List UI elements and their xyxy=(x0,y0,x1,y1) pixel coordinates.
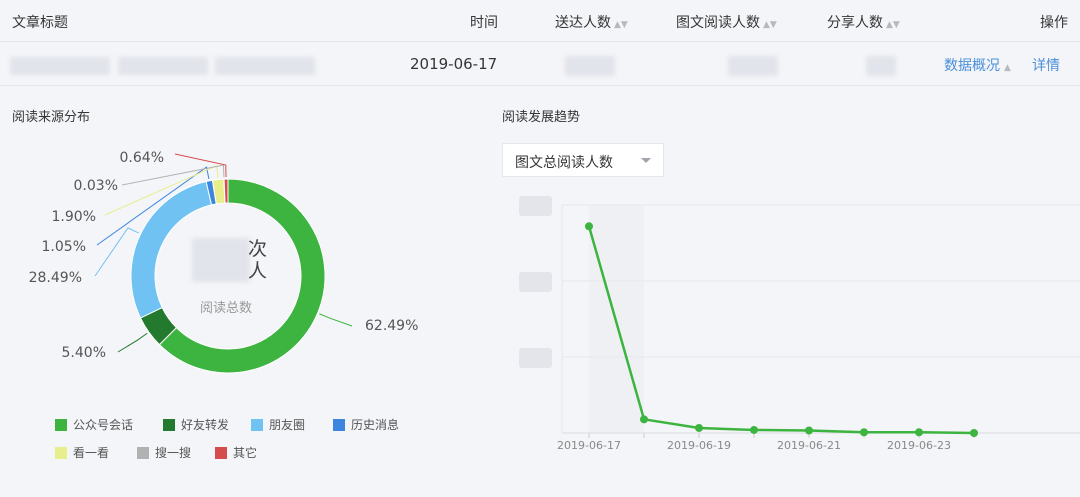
header-shares-label: 分享人数 xyxy=(827,15,883,31)
legend-item[interactable]: 好友转发 xyxy=(163,416,229,433)
data-point xyxy=(750,425,758,434)
blurred-title xyxy=(118,57,208,75)
header-time: 时间 xyxy=(470,15,498,31)
header-actions: 操作 xyxy=(1040,15,1068,31)
table-header: 文章标题 时间 送达人数 ▲▼ 图文阅读人数 ▲▼ 分享人数 ▲▼ 操作 xyxy=(0,0,1080,42)
overview-link-label: 数据概况 xyxy=(944,58,1000,74)
overview-link[interactable]: 数据概况 ▲ xyxy=(944,55,1011,75)
data-point xyxy=(695,423,703,432)
legend-swatch xyxy=(251,419,263,431)
center-label: 阅读总数 xyxy=(200,301,253,316)
legend-label: 搜一搜 xyxy=(155,446,192,460)
header-shares[interactable]: 分享人数 ▲▼ xyxy=(827,12,900,32)
header-reads-label: 图文阅读人数 xyxy=(676,15,760,31)
data-point xyxy=(970,429,978,437)
header-delivered-label: 送达人数 xyxy=(555,15,611,31)
read-trend-title: 阅读发展趋势 xyxy=(502,110,581,125)
pie-data-label: 62.49% xyxy=(365,318,418,334)
center-unit-2: 人 xyxy=(248,260,268,282)
detail-link[interactable]: 详情 xyxy=(1032,55,1060,75)
legend-label: 朋友圈 xyxy=(269,418,306,432)
pie-data-label: 0.64% xyxy=(120,150,164,166)
sort-icon: ▲▼ xyxy=(886,20,900,30)
pie-leader-line xyxy=(319,313,353,327)
legend-label: 历史消息 xyxy=(351,418,400,432)
sort-icon: ▲▼ xyxy=(614,20,628,30)
data-point xyxy=(860,428,868,437)
header-reads[interactable]: 图文阅读人数 ▲▼ xyxy=(676,12,777,32)
blurred-y-tick xyxy=(519,196,552,216)
chevron-down-icon xyxy=(641,158,651,163)
legend-label: 其它 xyxy=(233,446,258,460)
legend-label: 看一看 xyxy=(73,446,110,460)
x-tick-label: 2019-06-21 xyxy=(777,439,841,452)
line-chart: 2019-06-17 2019-06-19 2019-06-21 2019-06-23 xyxy=(519,196,1080,452)
pie-slice-6 xyxy=(223,178,229,204)
x-tick-label: 2019-06-17 xyxy=(557,439,621,452)
legend-swatch xyxy=(55,447,67,459)
legend-item[interactable]: 其它 xyxy=(215,444,257,461)
pie-leader-line xyxy=(117,332,148,353)
center-unit-1: 次 xyxy=(248,238,268,260)
legend-swatch xyxy=(333,419,345,431)
legend-item[interactable]: 搜一搜 xyxy=(137,444,191,461)
legend-item[interactable]: 公众号会话 xyxy=(55,416,133,433)
legend-swatch xyxy=(55,419,67,431)
legend-label: 公众号会话 xyxy=(73,418,134,432)
blurred-title xyxy=(10,57,110,75)
pie-data-label: 5.40% xyxy=(62,345,106,361)
blurred-y-tick xyxy=(519,272,552,292)
sort-icon: ▲▼ xyxy=(763,20,777,30)
caret-up-icon: ▲ xyxy=(1004,63,1011,73)
legend-swatch xyxy=(137,447,149,459)
metric-select[interactable]: 图文总阅读人数 xyxy=(502,143,664,177)
legend-label: 好友转发 xyxy=(181,418,230,432)
pie-data-label: 0.03% xyxy=(74,178,118,194)
legend-item[interactable]: 历史消息 xyxy=(333,416,399,433)
legend-item[interactable]: 朋友圈 xyxy=(251,416,305,433)
pie-data-label: 28.49% xyxy=(29,270,82,286)
data-point xyxy=(915,428,923,437)
pie-data-label: 1.90% xyxy=(52,209,96,225)
legend-swatch xyxy=(163,419,175,431)
blurred-value xyxy=(565,56,615,76)
pie-data-label: 1.05% xyxy=(42,239,86,255)
header-title: 文章标题 xyxy=(12,15,68,31)
header-delivered[interactable]: 送达人数 ▲▼ xyxy=(555,12,628,32)
legend-swatch xyxy=(215,447,227,459)
data-point xyxy=(805,426,813,435)
blurred-value xyxy=(866,56,896,76)
table-row: 2019-06-17 数据概况 ▲ 详情 xyxy=(0,43,1080,86)
row-date: 2019-06-17 xyxy=(410,55,498,73)
metric-select-value: 图文总阅读人数 xyxy=(515,155,613,171)
x-tick-label: 2019-06-23 xyxy=(887,439,951,452)
data-point xyxy=(585,222,593,231)
center-unit: 次人 xyxy=(248,238,267,282)
data-point xyxy=(640,415,648,424)
line-series xyxy=(587,225,975,435)
blurred-y-tick xyxy=(519,348,552,368)
blurred-title xyxy=(215,57,315,75)
blurred-value xyxy=(728,56,778,76)
x-tick-label: 2019-06-19 xyxy=(667,439,731,452)
blurred-total xyxy=(192,238,250,282)
legend-item[interactable]: 看一看 xyxy=(55,444,109,461)
